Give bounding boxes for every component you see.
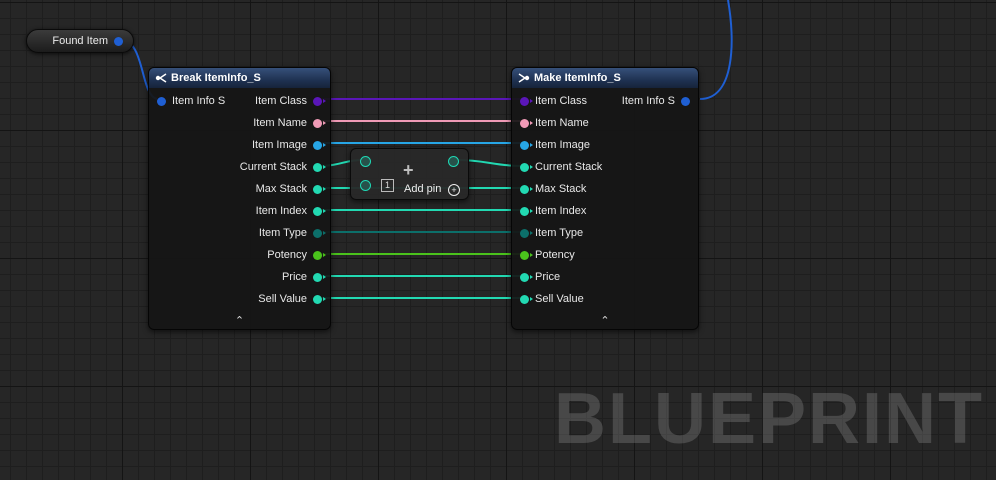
make-input-pin-max-stack[interactable] [520,184,533,194]
make-input-label: Item Image [535,139,591,151]
break-collapse-icon[interactable]: ⌃ [235,314,244,327]
add-pin-circle-icon[interactable]: + [448,184,460,196]
make-input-row-potency[interactable]: Potency [520,247,575,263]
break-output-label: Sell Value [258,293,307,305]
break-output-label: Item Image [251,139,307,151]
make-input-label: Item Name [535,117,589,129]
found-item-label: Found Item [52,35,108,47]
make-input-label: Item Index [535,205,587,217]
add-pin-index-badge: 1 [381,179,394,192]
make-input-pin-potency[interactable] [520,250,533,260]
make-node-header[interactable]: Make ItemInfo_S [512,68,698,88]
make-input-row-item-name[interactable]: Item Name [520,115,589,131]
make-input-pin-item-image[interactable] [520,140,533,150]
break-output-row-max-stack[interactable]: Max Stack [255,181,326,197]
make-input-pin-item-type[interactable] [520,228,533,238]
break-output-row-price[interactable]: Price [281,269,326,285]
break-output-row-item-index[interactable]: Item Index [255,203,326,219]
break-output-row-item-image[interactable]: Item Image [251,137,326,153]
break-input-pin[interactable] [157,96,166,106]
break-output-label: Max Stack [255,183,307,195]
break-output-row-current-stack[interactable]: Current Stack [239,159,326,175]
break-output-pin-potency[interactable] [313,250,326,260]
found-item-node[interactable]: Found Item [26,29,134,53]
break-output-row-sell-value[interactable]: Sell Value [258,291,326,307]
break-output-label: Item Type [258,227,307,239]
make-struct-icon [518,73,530,83]
break-output-pin-max-stack[interactable] [313,184,326,194]
break-output-pin-item-index[interactable] [313,206,326,216]
add-input-pin-a[interactable] [360,156,371,167]
add-pin-label[interactable]: Add pin [404,183,441,195]
make-input-row-item-index[interactable]: Item Index [520,203,586,219]
make-input-row-item-image[interactable]: Item Image [520,137,590,153]
make-input-pin-item-index[interactable] [520,206,533,216]
make-input-row-item-type[interactable]: Item Type [520,225,583,241]
break-output-pin-item-image[interactable] [313,140,326,150]
break-output-row-item-type[interactable]: Item Type [258,225,326,241]
break-output-pin-item-class[interactable] [313,96,326,106]
make-input-label: Item Type [535,227,584,239]
make-input-label: Current Stack [535,161,603,173]
make-input-label: Price [535,271,561,283]
make-output-row[interactable]: Item Info S [622,93,690,109]
break-output-row-item-class[interactable]: Item Class [255,93,326,109]
break-output-pin-sell-value[interactable] [313,294,326,304]
break-output-pin-current-stack[interactable] [313,162,326,172]
make-output-pin[interactable] [681,96,690,106]
make-input-pin-sell-value[interactable] [520,294,533,304]
add-node[interactable]: + 1 Add pin + [350,148,469,200]
make-input-pin-current-stack[interactable] [520,162,533,172]
break-input-label: Item Info S [172,95,226,107]
make-input-row-current-stack[interactable]: Current Stack [520,159,602,175]
blueprint-watermark: BLUEPRINT [554,379,984,459]
wire-struct-output [699,0,733,100]
break-output-label: Current Stack [239,161,307,173]
make-input-label: Sell Value [535,293,584,305]
make-input-row-item-class[interactable]: Item Class [520,93,587,109]
add-plus-icon: + [403,160,414,180]
break-iteminfo-node[interactable]: Break ItemInfo_S Item Info S Item Class I… [148,67,331,330]
break-output-row-item-name[interactable]: Item Name [253,115,326,131]
break-output-row-potency[interactable]: Potency [267,247,326,263]
break-output-label: Item Index [255,205,307,217]
make-input-pin-item-name[interactable] [520,118,533,128]
break-output-label: Item Name [253,117,307,129]
make-input-label: Item Class [535,95,587,107]
make-input-pin-item-class[interactable] [520,96,533,106]
break-struct-icon [155,73,167,83]
make-input-row-max-stack[interactable]: Max Stack [520,181,586,197]
found-item-output-pin[interactable] [114,36,123,46]
break-node-header[interactable]: Break ItemInfo_S [149,68,330,88]
break-output-pin-item-type[interactable] [313,228,326,238]
make-input-row-price[interactable]: Price [520,269,560,285]
make-collapse-icon[interactable]: ⌃ [600,314,609,327]
make-input-row-sell-value[interactable]: Sell Value [520,291,584,307]
break-output-label: Item Class [255,95,307,107]
break-node-title: Break ItemInfo_S [171,72,261,84]
make-node-title: Make ItemInfo_S [534,72,621,84]
break-output-pin-item-name[interactable] [313,118,326,128]
break-input-row[interactable]: Item Info S [157,93,225,109]
break-output-label: Price [281,271,307,283]
make-iteminfo-node[interactable]: Make ItemInfo_S Item Info S Item Class It… [511,67,699,330]
make-input-label: Potency [535,249,575,261]
make-input-pin-price[interactable] [520,272,533,282]
make-output-label: Item Info S [621,95,675,107]
add-input-pin-b[interactable] [360,180,371,191]
break-output-label: Potency [267,249,307,261]
break-output-pin-price[interactable] [313,272,326,282]
make-input-label: Max Stack [535,183,587,195]
add-output-pin[interactable] [448,156,459,167]
